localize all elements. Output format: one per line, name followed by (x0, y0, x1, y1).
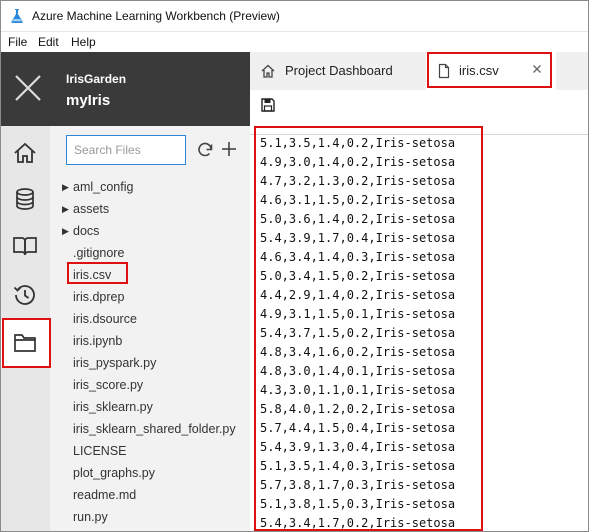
code-line: 5.0,3.4,1.5,0.2,Iris-setosa (260, 269, 456, 283)
tree-file[interactable]: iris_sklearn_shared_folder.py (50, 418, 250, 440)
code-line: 4.4,2.9,1.4,0.2,Iris-setosa (260, 288, 456, 302)
code-line: 5.1,3.5,1.4,0.2,Iris-setosa (260, 136, 456, 150)
rail-data-button[interactable] (0, 176, 50, 222)
code-line: 5.7,3.8,1.7,0.3,Iris-setosa (260, 478, 456, 492)
editor-ruler (482, 134, 483, 532)
chevron-right-icon: ▶ (62, 226, 69, 236)
tree-folder-docs[interactable]: ▶ docs (50, 220, 250, 242)
database-icon (16, 188, 34, 210)
save-icon[interactable] (260, 97, 276, 113)
tab-label: iris.csv (459, 63, 499, 78)
project-header: IrisGarden myIris (0, 52, 250, 126)
window-title: Azure Machine Learning Workbench (Previe… (32, 9, 280, 23)
code-line: 4.8,3.4,1.6,0.2,Iris-setosa (260, 345, 456, 359)
code-line: 4.9,3.1,1.5,0.1,Iris-setosa (260, 307, 456, 321)
icon-rail (0, 126, 50, 532)
chevron-right-icon: ▶ (62, 204, 69, 214)
project-parent-name: IrisGarden (66, 72, 127, 86)
menu-bar: File Edit Help (0, 32, 589, 52)
tree-file[interactable]: iris_sklearn.py (50, 396, 250, 418)
code-line: 5.8,4.0,1.2,0.2,Iris-setosa (260, 402, 456, 416)
code-line: 4.6,3.1,1.5,0.2,Iris-setosa (260, 193, 456, 207)
add-file-icon[interactable] (220, 140, 238, 158)
tab-label: Project Dashboard (285, 63, 393, 78)
code-line: 4.9,3.0,1.4,0.2,Iris-setosa (260, 155, 456, 169)
code-line: 4.8,3.0,1.4,0.1,Iris-setosa (260, 364, 456, 378)
tree-file-selected[interactable]: iris.csv (50, 264, 250, 286)
tab-strip: Project Dashboard iris.csv (250, 52, 589, 90)
code-line: 5.1,3.8,1.5,0.3,Iris-setosa (260, 497, 456, 511)
home-icon (14, 142, 36, 163)
flask-icon (11, 9, 23, 24)
rail-history-button[interactable] (0, 272, 50, 318)
code-line: 4.6,3.4,1.4,0.3,Iris-setosa (260, 250, 456, 264)
tree-file[interactable]: readme.md (50, 484, 250, 506)
code-line: 5.7,4.4,1.5,0.4,Iris-setosa (260, 421, 456, 435)
tree-file[interactable]: plot_graphs.py (50, 462, 250, 484)
tree-folder-assets[interactable]: ▶ assets (50, 198, 250, 220)
code-lines: 5.1,3.5,1.4,0.2,Iris-setosa 4.9,3.0,1.4,0… (260, 134, 455, 532)
code-line: 5.1,3.5,1.4,0.3,Iris-setosa (260, 459, 456, 473)
code-line: 5.4,3.7,1.5,0.2,Iris-setosa (260, 326, 456, 340)
file-explorer: ▶aml_config ▶assets ▶docs .gitignore iri… (50, 126, 250, 532)
history-icon (13, 285, 35, 305)
file-icon (438, 63, 450, 79)
home-icon (261, 64, 275, 78)
tree-file[interactable]: iris.ipynb (50, 330, 250, 352)
menu-edit[interactable]: Edit (38, 35, 59, 49)
chevron-right-icon: ▶ (62, 182, 69, 192)
tree-folder-aml-config[interactable]: ▶ aml_config (50, 176, 250, 198)
file-tree: ▶ aml_config ▶ assets ▶ docs .gitignore iri… (50, 176, 250, 528)
code-line: 5.0,3.6,1.4,0.2,Iris-setosa (260, 212, 456, 226)
tree-file[interactable]: iris.dsource (50, 308, 250, 330)
close-icon[interactable] (8, 68, 48, 108)
code-line: 5.4,3.4,1.7,0.2,Iris-setosa (260, 516, 456, 530)
tree-file[interactable]: run.py (50, 506, 250, 528)
tree-file[interactable]: iris_score.py (50, 374, 250, 396)
folder-icon (14, 334, 36, 352)
menu-help[interactable]: Help (71, 35, 96, 49)
tree-file[interactable]: iris_pyspark.py (50, 352, 250, 374)
tree-file[interactable]: .gitignore (50, 242, 250, 264)
tree-file[interactable]: LICENSE (50, 440, 250, 462)
rail-home-button[interactable] (0, 130, 50, 176)
menu-file[interactable]: File (8, 35, 27, 49)
project-name: myIris (66, 92, 111, 109)
code-line: 4.7,3.2,1.3,0.2,Iris-setosa (260, 174, 456, 188)
code-editor[interactable]: 5.1,3.5,1.4,0.2,Iris-setosa 4.9,3.0,1.4,0… (250, 120, 589, 532)
refresh-icon[interactable] (196, 141, 214, 159)
code-line: 5.4,3.9,1.3,0.4,Iris-setosa (260, 440, 456, 454)
tree-file[interactable]: iris.dprep (50, 286, 250, 308)
code-line: 4.3,3.0,1.1,0.1,Iris-setosa (260, 383, 456, 397)
search-files-input[interactable] (66, 135, 186, 165)
rail-files-button[interactable] (0, 320, 50, 366)
rail-notebooks-button[interactable] (0, 223, 50, 269)
tab-project-dashboard[interactable]: Project Dashboard (250, 52, 426, 90)
editor-toolbar (250, 90, 589, 120)
code-line: 5.4,3.9,1.7,0.4,Iris-setosa (260, 231, 456, 245)
notebook-icon (13, 237, 37, 256)
title-bar: Azure Machine Learning Workbench (Previe… (0, 0, 589, 32)
close-icon[interactable] (530, 62, 544, 76)
tab-iris-csv[interactable]: iris.csv (426, 52, 556, 90)
